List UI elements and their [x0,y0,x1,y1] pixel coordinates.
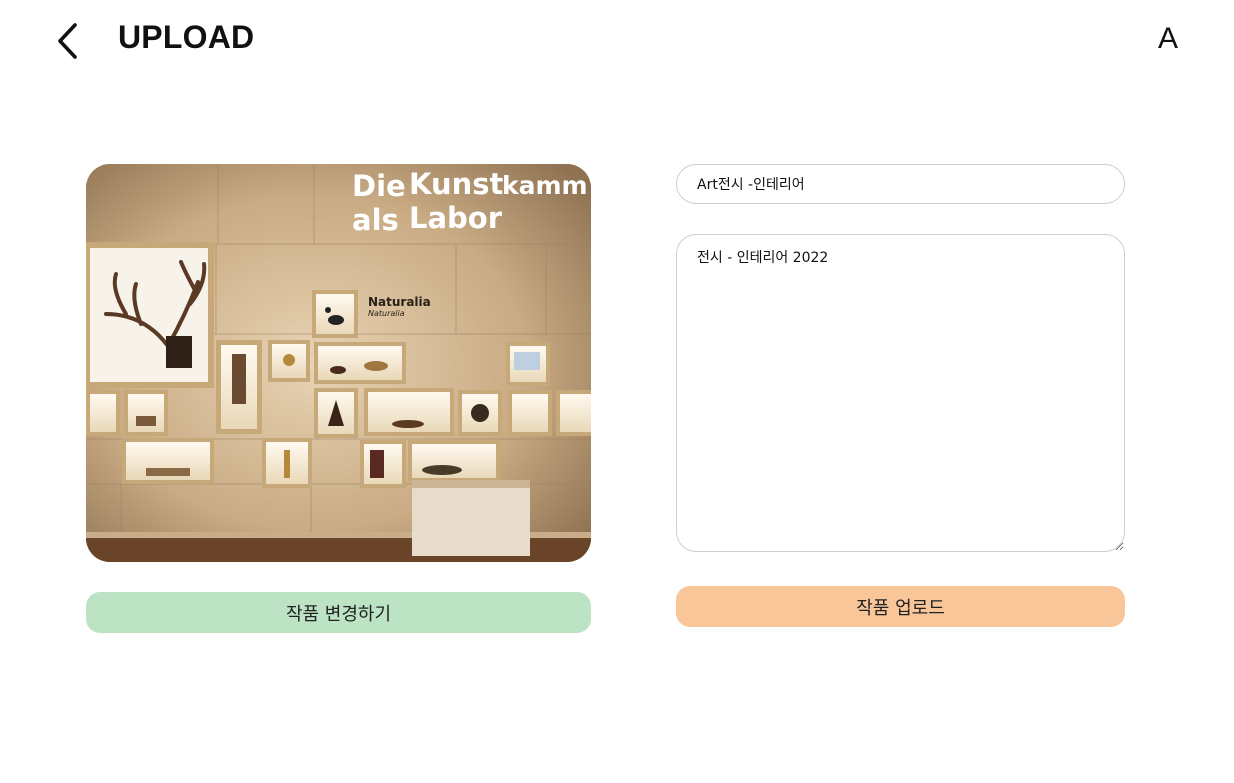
change-artwork-button[interactable]: 작품 변경하기 [86,592,591,633]
chevron-left-icon [58,23,77,59]
avatar[interactable]: A [1158,22,1178,56]
sign-text-als: als [352,203,399,237]
naturalia-sublabel: Naturalia [368,309,405,318]
description-textarea[interactable]: 전시 - 인테리어 2022 [676,234,1125,552]
artwork-image: Die Kunst kamm als Labor Naturalia Natur… [86,164,591,562]
sign-text-die: Die [352,169,406,203]
page-title: UPLOAD [118,19,255,55]
upload-artwork-button[interactable]: 작품 업로드 [676,586,1125,627]
sign-text-kunst: Kunst [409,167,504,201]
title-input[interactable] [676,164,1125,204]
sign-text-labor: Labor [409,201,503,235]
back-button[interactable] [50,20,86,62]
naturalia-label: Naturalia [368,295,431,309]
sign-text-kamm: kamm [502,171,588,200]
